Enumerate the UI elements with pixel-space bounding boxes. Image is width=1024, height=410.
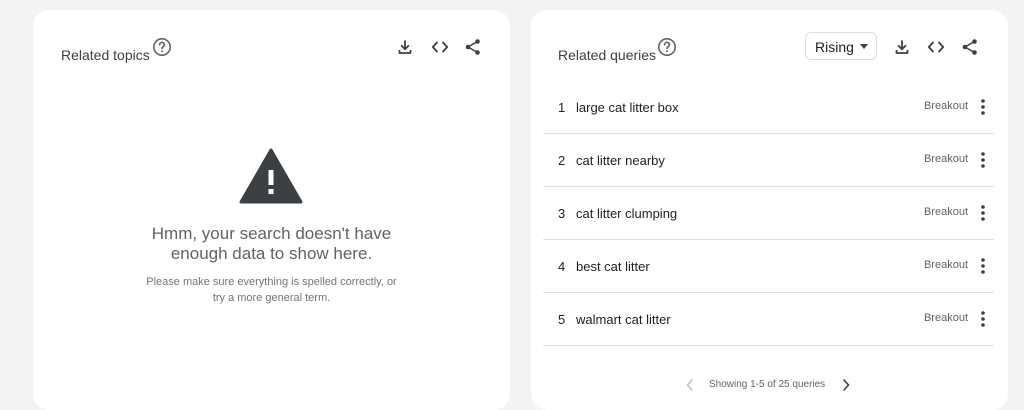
more-vert-icon[interactable] bbox=[977, 203, 989, 223]
download-icon[interactable] bbox=[395, 37, 415, 57]
related-queries-card: Related queries Rising 1 large cat litte… bbox=[531, 10, 1008, 410]
row-value: Breakout bbox=[923, 206, 968, 218]
more-vert-icon[interactable] bbox=[977, 150, 989, 170]
caret-down-icon bbox=[860, 44, 868, 49]
list-item[interactable]: 4 best cat litter Breakout bbox=[543, 240, 994, 293]
empty-sub-line-2: try a more general term. bbox=[212, 292, 331, 304]
row-rank: 2 bbox=[558, 153, 566, 168]
warning-icon bbox=[239, 148, 303, 204]
empty-state-title: Hmm, your search doesn't have enough dat… bbox=[33, 224, 510, 264]
empty-sub-line-1: Please make sure everything is spelled c… bbox=[146, 276, 397, 288]
row-query[interactable]: cat litter nearby bbox=[576, 153, 665, 168]
pagination: Showing 1-5 of 25 queries bbox=[531, 377, 1008, 393]
help-icon[interactable] bbox=[657, 37, 677, 57]
query-list: 1 large cat litter box Breakout 2 cat li… bbox=[543, 81, 994, 346]
related-topics-card: Related topics Hmm, your search doesn't … bbox=[33, 10, 510, 410]
row-value: Breakout bbox=[923, 100, 968, 112]
row-value: Breakout bbox=[923, 312, 968, 324]
more-vert-icon[interactable] bbox=[977, 309, 989, 329]
list-item[interactable]: 3 cat litter clumping Breakout bbox=[543, 187, 994, 240]
chevron-right-icon[interactable] bbox=[841, 378, 851, 397]
empty-state-subtitle: Please make sure everything is spelled c… bbox=[33, 274, 510, 306]
empty-title-line-2: enough data to show here. bbox=[170, 244, 373, 263]
row-value: Breakout bbox=[923, 153, 968, 165]
empty-title-line-1: Hmm, your search doesn't have bbox=[151, 224, 392, 243]
help-icon[interactable] bbox=[152, 37, 172, 57]
row-rank: 3 bbox=[558, 206, 566, 221]
dropdown-selected: Rising bbox=[815, 39, 854, 55]
row-query[interactable]: cat litter clumping bbox=[576, 206, 677, 221]
more-vert-icon[interactable] bbox=[977, 256, 989, 276]
download-icon[interactable] bbox=[892, 37, 912, 57]
code-icon[interactable] bbox=[926, 37, 946, 57]
card-title: Related topics bbox=[61, 47, 150, 63]
row-query[interactable]: walmart cat litter bbox=[576, 312, 671, 327]
chevron-left-icon[interactable] bbox=[685, 378, 695, 397]
card-title: Related queries bbox=[558, 47, 657, 63]
list-item[interactable]: 5 walmart cat litter Breakout bbox=[543, 293, 994, 346]
list-item[interactable]: 1 large cat litter box Breakout bbox=[543, 81, 994, 134]
row-query[interactable]: large cat litter box bbox=[576, 100, 679, 115]
row-rank: 1 bbox=[558, 100, 566, 115]
row-rank: 4 bbox=[558, 259, 566, 274]
share-icon[interactable] bbox=[960, 37, 980, 57]
code-icon[interactable] bbox=[430, 37, 450, 57]
share-icon[interactable] bbox=[463, 37, 483, 57]
row-query[interactable]: best cat litter bbox=[576, 259, 650, 274]
more-vert-icon[interactable] bbox=[977, 97, 989, 117]
pager-text: Showing 1-5 of 25 queries bbox=[709, 379, 826, 390]
row-rank: 5 bbox=[558, 312, 566, 327]
list-item[interactable]: 2 cat litter nearby Breakout bbox=[543, 134, 994, 187]
row-value: Breakout bbox=[923, 259, 968, 271]
filter-dropdown[interactable]: Rising bbox=[805, 32, 877, 60]
